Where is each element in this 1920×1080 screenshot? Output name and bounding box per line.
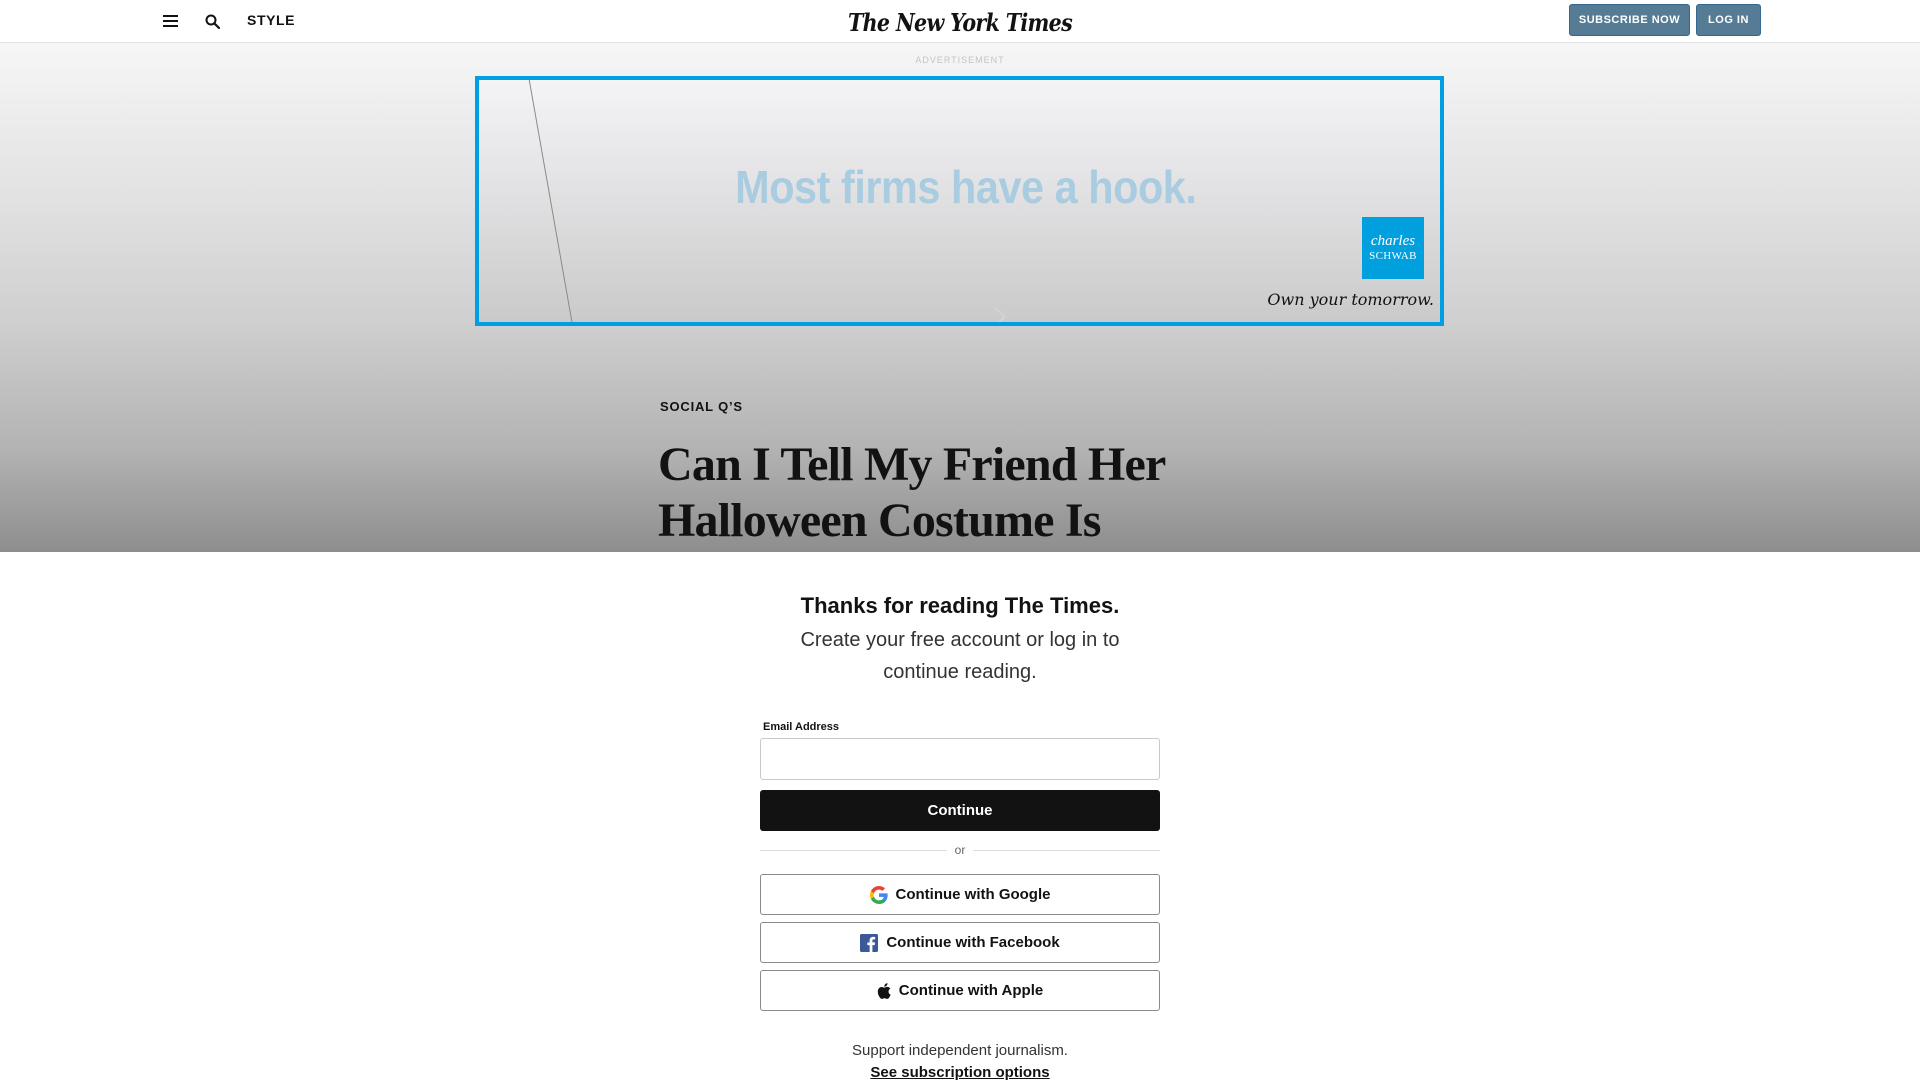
subscription-options-link[interactable]: See subscription options [0,1064,1920,1080]
facebook-button-label: Continue with Facebook [886,934,1060,951]
dimmed-article-area: ADVERTISEMENT Most firms have a hook. ch… [0,43,1920,551]
advertisement-label: ADVERTISEMENT [915,55,1005,65]
facebook-icon [860,933,879,952]
apple-icon [877,982,891,999]
nyt-logo[interactable]: The New York Times [848,4,1073,40]
section-link-style[interactable]: STYLE [247,12,295,28]
top-navigation-bar: STYLE The New York Times SUBSCRIBE NOW L… [0,0,1920,43]
login-wall-sheet: Thanks for reading The Times. Create you… [0,551,1920,1080]
ad-tagline: Own your tomorrow. [1267,290,1434,309]
email-field[interactable] [760,738,1160,780]
article-headline: Can I Tell My Friend Her Halloween Costu… [658,438,1165,547]
subscribe-now-button[interactable]: SUBSCRIBE NOW [1569,4,1690,36]
email-field-label: Email Address [763,721,840,733]
google-button-label: Continue with Google [895,886,1051,903]
search-icon[interactable] [200,10,224,32]
continue-with-apple-button[interactable]: Continue with Apple [760,970,1160,1011]
ad-decorative-mark [986,307,1006,322]
schwab-logo-line1: charles [1370,233,1416,249]
apple-button-label: Continue with Apple [898,982,1044,999]
log-in-button[interactable]: LOG IN [1696,4,1761,36]
login-subtitle: Create your free account or log in to co… [800,629,1120,683]
divider-rule-left [760,849,947,851]
support-journalism-text: Support independent journalism. [852,1042,1068,1059]
article-kicker[interactable]: SOCIAL Q’S [660,399,743,414]
hamburger-menu-icon[interactable] [158,10,182,32]
login-title: Thanks for reading The Times. [800,593,1120,618]
continue-with-facebook-button[interactable]: Continue with Facebook [760,922,1160,963]
advertisement-banner[interactable]: Most firms have a hook. charles SCHWAB O… [475,76,1444,326]
continue-button[interactable]: Continue [760,790,1160,831]
divider-or-label: or [954,843,966,857]
google-icon [869,885,888,904]
ad-headline: Most firms have a hook. [735,161,1197,213]
schwab-logo-line2: SCHWAB [1369,250,1417,262]
or-divider: or [760,842,1161,858]
continue-with-google-button[interactable]: Continue with Google [760,874,1160,915]
charles-schwab-logo: charles SCHWAB [1362,217,1424,279]
divider-rule-right [973,849,1161,851]
